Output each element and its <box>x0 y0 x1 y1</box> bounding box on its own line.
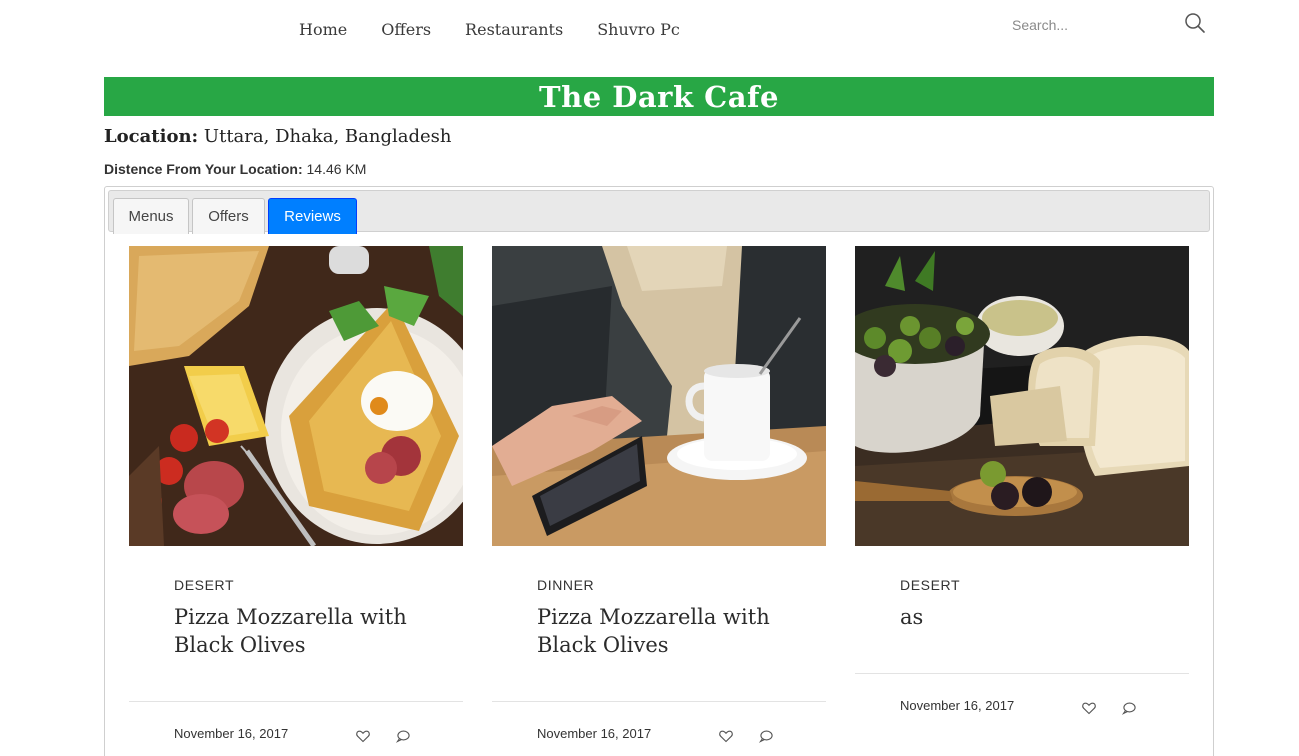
tab-reviews[interactable]: Reviews <box>268 198 357 234</box>
comment-icon[interactable] <box>395 728 411 744</box>
top-navigation: Home Offers Restaurants Shuvro Pc <box>0 0 1299 62</box>
tab-menus[interactable]: Menus <box>113 198 189 234</box>
search-icon[interactable] <box>1184 12 1210 38</box>
search-input[interactable] <box>1012 12 1172 38</box>
nav-link-offers[interactable]: Offers <box>364 20 448 40</box>
heart-icon[interactable] <box>718 728 734 744</box>
distance-label: Distence From Your Location: <box>104 161 303 177</box>
card-category: DINNER <box>537 577 595 593</box>
card-title[interactable]: Pizza Mozzarella with Black Olives <box>174 603 444 659</box>
card-date: November 16, 2017 <box>900 698 1015 713</box>
card-divider <box>492 701 826 702</box>
restaurant-distance: Distence From Your Location: 14.46 KM <box>104 161 366 177</box>
location-value: Uttara, Dhaka, Bangladesh <box>203 126 452 147</box>
comment-icon[interactable] <box>1121 700 1137 716</box>
crepe-breakfast-photo[interactable] <box>129 246 463 546</box>
comment-icon[interactable] <box>758 728 774 744</box>
heart-icon[interactable] <box>355 728 371 744</box>
tabs-bar: Menus Offers Reviews <box>108 190 1210 234</box>
nav-link-restaurants[interactable]: Restaurants <box>448 20 580 40</box>
card-date: November 16, 2017 <box>174 726 289 741</box>
olives-bread-photo[interactable] <box>855 246 1189 546</box>
tab-offers[interactable]: Offers <box>192 198 265 234</box>
nav-link-user[interactable]: Shuvro Pc <box>580 20 697 40</box>
coffee-cup-phone-photo[interactable] <box>492 246 826 546</box>
card-title[interactable]: as <box>900 603 1170 631</box>
restaurant-title-bar: The Dark Cafe <box>104 77 1214 116</box>
card-title[interactable]: Pizza Mozzarella with Black Olives <box>537 603 807 659</box>
card-category: DESERT <box>900 577 961 593</box>
heart-icon[interactable] <box>1081 700 1097 716</box>
card-category: DESERT <box>174 577 235 593</box>
search-box <box>1012 12 1212 38</box>
distance-value: 14.46 KM <box>306 161 367 177</box>
restaurant-location: Location: Uttara, Dhaka, Bangladesh <box>104 126 451 147</box>
card-divider <box>129 701 463 702</box>
nav-links: Home Offers Restaurants Shuvro Pc <box>282 20 697 40</box>
card-date: November 16, 2017 <box>537 726 652 741</box>
card-divider <box>855 673 1189 674</box>
restaurant-name: The Dark Cafe <box>539 79 779 114</box>
nav-link-home[interactable]: Home <box>282 20 364 40</box>
location-label: Location: <box>104 126 199 147</box>
